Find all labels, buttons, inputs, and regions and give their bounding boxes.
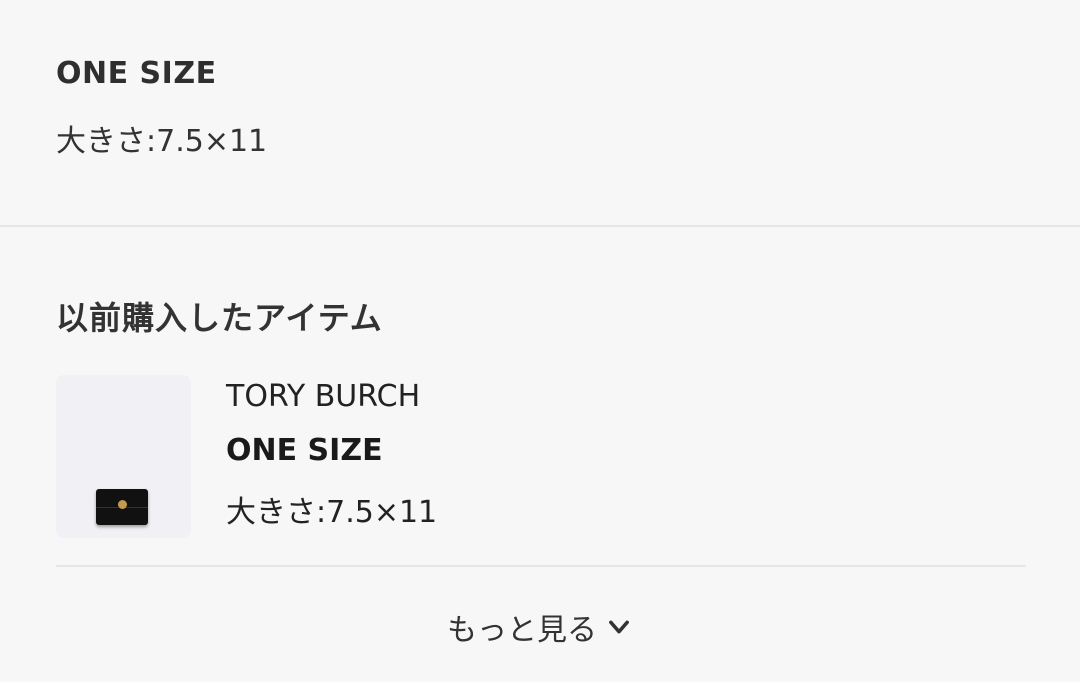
show-more-button[interactable]: もっと見る bbox=[0, 605, 1080, 649]
item-brand: TORY BURCH bbox=[226, 379, 421, 414]
item-size: ONE SIZE bbox=[226, 433, 383, 468]
chevron-down-icon bbox=[609, 620, 629, 634]
show-more-label: もっと見る bbox=[447, 613, 597, 648]
item-divider bbox=[56, 565, 1026, 567]
size-dimensions: 大きさ:7.5×11 bbox=[56, 124, 268, 159]
item-dimensions: 大きさ:7.5×11 bbox=[226, 495, 438, 530]
purchase-history-heading: 以前購入したアイテム bbox=[56, 299, 383, 337]
brand-logo-icon bbox=[118, 500, 127, 509]
product-thumbnail[interactable] bbox=[56, 375, 191, 538]
purchased-item[interactable]: TORY BURCH ONE SIZE 大きさ:7.5×11 bbox=[56, 375, 1026, 540]
size-title: ONE SIZE bbox=[56, 56, 217, 91]
section-divider bbox=[0, 225, 1080, 227]
size-section: ONE SIZE 大きさ:7.5×11 bbox=[56, 0, 1080, 225]
wallet-image bbox=[96, 489, 148, 525]
